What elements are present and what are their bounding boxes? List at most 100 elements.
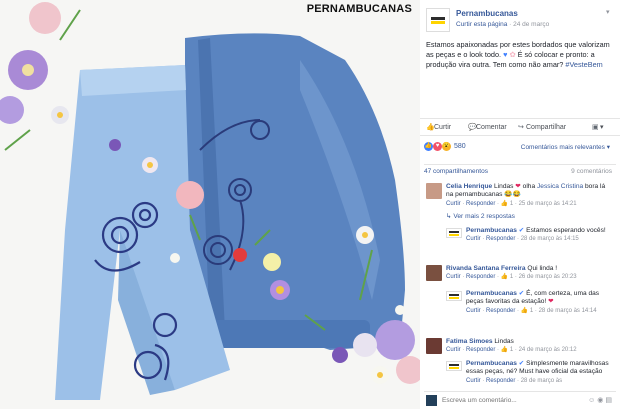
reply-text: Estamos esperando vocês!	[526, 227, 606, 234]
commenter-name[interactable]: Rivanda Santana Ferreira	[446, 265, 526, 272]
reply-time[interactable]: 28 de março às	[521, 378, 562, 384]
comment-bubble-icon: 💬	[468, 124, 477, 131]
avatar[interactable]	[426, 183, 442, 199]
comment-reply-link[interactable]: Responder	[466, 347, 495, 353]
reply-reply-link[interactable]: Responder	[486, 236, 515, 242]
like-reaction-icon: 👍	[424, 142, 433, 151]
red-heart-icon: ❤	[515, 183, 521, 190]
comment-text: Lindas	[494, 338, 514, 345]
post-date[interactable]: 24 de março	[513, 21, 549, 28]
comment-item: Fatima Simoes Lindas Curtir · Responder …	[426, 338, 616, 358]
mention-link[interactable]: Jessica Cristina	[537, 183, 583, 190]
comment-item: Celia Henrique Lindas ❤ olha Jessica Cri…	[426, 183, 616, 213]
page-name-link[interactable]: Pernambucanas	[456, 9, 518, 18]
commenter-name[interactable]: Celia Henrique	[446, 183, 492, 190]
reply-meta: Curtir · Responder · 28 de março às	[466, 377, 563, 384]
page-selector-icon: ▣	[592, 124, 599, 131]
replier-name[interactable]: Pernambucanas	[466, 360, 517, 367]
gif-icon[interactable]: ▤	[605, 397, 614, 404]
shares-count[interactable]: 47 compartilhamentos	[424, 168, 488, 175]
reply-like-link[interactable]: Curtir	[466, 308, 481, 314]
blue-heart-emoji-icon: ♥	[503, 50, 508, 59]
post-header: Pernambucanas Curtir esta página · 24 de…	[426, 6, 614, 34]
comment-composer: ☺◉▤	[424, 391, 616, 407]
reply-like-link[interactable]: Curtir	[466, 236, 481, 242]
comment-like-count: 1	[509, 274, 514, 281]
post-photo[interactable]: PERNAMBUCANAS	[0, 0, 420, 409]
post-action-bar: 👍Curtir 💬Comentar ↪ Compartilhar ▣▾	[420, 118, 620, 136]
comment-like-count: 1	[509, 200, 514, 207]
red-heart-icon: ❤	[548, 298, 554, 306]
verified-badge-icon: ✔	[518, 360, 525, 367]
replier-name[interactable]: Pernambucanas	[466, 227, 517, 234]
comment-button[interactable]: 💬Comentar	[468, 123, 507, 131]
comment-label: Comentar	[476, 124, 507, 131]
reply-reply-link[interactable]: Responder	[486, 378, 515, 384]
avatar[interactable]	[426, 338, 442, 354]
reaction-count[interactable]: 580	[454, 143, 466, 150]
current-user-avatar	[426, 395, 437, 406]
like-count-icon: 👍	[500, 347, 509, 354]
post-subline: Curtir esta página · 24 de março	[456, 21, 549, 28]
reply-item: Pernambucanas ✔ É, com certeza, uma das …	[446, 290, 614, 330]
comment-text: olha	[522, 183, 536, 190]
like-label: Curtir	[434, 124, 452, 131]
commenter-name[interactable]: Fatima Simoes	[446, 338, 493, 345]
replier-name[interactable]: Pernambucanas	[466, 290, 517, 297]
comment-like-link[interactable]: Curtir	[446, 274, 461, 280]
like-button[interactable]: 👍Curtir	[426, 123, 451, 131]
like-page-link[interactable]: Curtir esta página	[456, 21, 507, 28]
comment-like-count: 1	[509, 347, 514, 354]
comment-time[interactable]: 26 de março às 20:23	[519, 274, 577, 280]
comment-meta: Curtir · Responder · 👍 1 · 26 de março à…	[446, 274, 577, 281]
reply-like-count: 1	[529, 307, 534, 314]
reactions-summary[interactable]: 👍 ♥ 😮 580 Comentários mais relevantes ▾	[424, 141, 616, 155]
photo-brand-logo: PERNAMBUCANAS	[306, 3, 412, 15]
reply-reply-link[interactable]: Responder	[486, 308, 515, 314]
verified-badge-icon: ✔	[518, 227, 525, 234]
reply-meta: Curtir · Responder · 👍 1 · 28 de março à…	[466, 307, 597, 314]
denim-outfit-image	[0, 2, 420, 400]
comment-meta: Curtir · Responder · 👍 1 · 24 de março à…	[446, 347, 577, 354]
comment-text: Qui linda !	[527, 265, 558, 272]
comment-text: Lindas	[494, 183, 514, 190]
avatar[interactable]	[426, 265, 442, 281]
comment-like-link[interactable]: Curtir	[446, 201, 461, 207]
composer-icons: ☺◉▤	[588, 396, 614, 404]
reply-item: Pernambucanas ✔ Simplesmente maravilhosa…	[446, 360, 614, 390]
page-avatar[interactable]	[446, 291, 462, 301]
comments-count[interactable]: 9 comentários	[571, 168, 612, 175]
like-count-icon: 👍	[500, 200, 509, 207]
comment-input[interactable]	[442, 394, 592, 406]
page-avatar[interactable]	[446, 361, 462, 371]
reply-like-link[interactable]: Curtir	[466, 378, 481, 384]
comment-time[interactable]: 25 de março às 14:21	[519, 201, 577, 207]
reply-time[interactable]: 28 de março às 14:15	[521, 236, 579, 242]
comment-like-link[interactable]: Curtir	[446, 347, 461, 353]
facebook-post-panel: Pernambucanas Curtir esta página · 24 de…	[420, 0, 620, 409]
comment-reply-link[interactable]: Responder	[466, 201, 495, 207]
page-avatar[interactable]	[426, 8, 450, 32]
comment-reply-link[interactable]: Responder	[466, 274, 495, 280]
like-count-icon: 👍	[500, 274, 509, 281]
post-options-chevron-icon[interactable]: ▾	[606, 8, 614, 16]
like-count-icon: 👍	[520, 307, 529, 314]
comment-time[interactable]: 24 de março às 20:12	[519, 347, 577, 353]
reply-item: Pernambucanas ✔ Estamos esperando vocês!…	[446, 227, 614, 257]
reply-time[interactable]: 28 de março às 14:14	[539, 308, 597, 314]
comment-meta: Curtir · Responder · 👍 1 · 25 de março à…	[446, 200, 577, 207]
comment-sort-dropdown[interactable]: Comentários mais relevantes ▾	[521, 143, 610, 151]
view-more-replies-link[interactable]: ↳ Ver mais 2 respostas	[446, 212, 515, 220]
share-label: Compartilhar	[526, 124, 567, 131]
share-button[interactable]: ↪ Compartilhar	[518, 123, 566, 131]
page-avatar[interactable]	[446, 228, 462, 238]
audience-selector[interactable]: ▣▾	[592, 123, 604, 131]
hashtag-link[interactable]: #VesteBem	[565, 60, 602, 69]
love-reaction-icon: ♥	[433, 142, 442, 151]
post-stats: 47 compartilhamentos 9 comentários	[424, 164, 616, 176]
share-arrow-icon: ↪	[518, 124, 524, 131]
reply-meta: Curtir · Responder · 28 de março às 14:1…	[466, 236, 579, 243]
emoji-icon[interactable]: ☺	[588, 397, 597, 404]
comment-item: Rivanda Santana Ferreira Qui linda ! Cur…	[426, 265, 616, 287]
wow-reaction-icon: 😮	[442, 142, 451, 151]
